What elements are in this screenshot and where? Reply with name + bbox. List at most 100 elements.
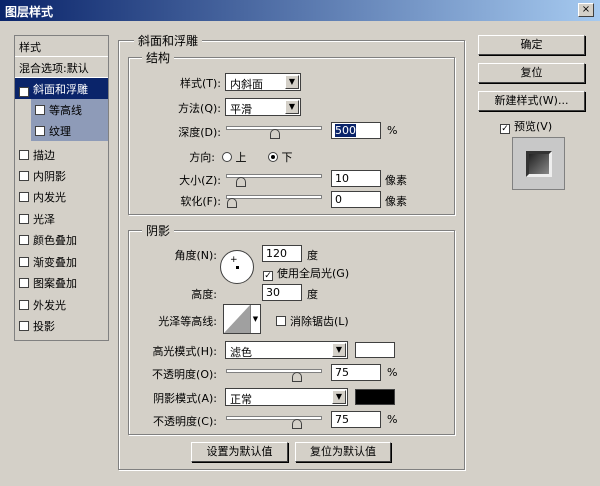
highlight-opacity-label: 不透明度(O):	[152, 368, 217, 381]
style-value: 内斜面	[230, 78, 263, 91]
dir-up-label: 上	[235, 151, 247, 164]
shading-title: 阴影	[142, 222, 175, 239]
direction-up[interactable]: 上	[222, 149, 247, 165]
checkbox-icon[interactable]	[19, 321, 29, 331]
checkbox-icon[interactable]	[19, 214, 29, 224]
ok-button[interactable]: 确定	[478, 35, 585, 55]
shadow-mode-select[interactable]: 正常 ▼	[225, 388, 348, 406]
radio-up[interactable]	[222, 152, 232, 162]
chevron-down-icon: ▼	[285, 75, 299, 89]
style-item[interactable]: 渐变叠加	[15, 251, 108, 272]
checkbox-icon[interactable]	[35, 126, 45, 136]
global-light-label: 使用全局光(G)	[277, 267, 350, 280]
antialias-label: 消除锯齿(L)	[290, 315, 349, 328]
angle-input[interactable]: 120	[262, 245, 302, 262]
size-slider[interactable]	[226, 174, 322, 187]
style-item[interactable]: 外发光	[15, 294, 108, 315]
angle-label: 角度(N):	[174, 249, 217, 262]
checkbox-icon[interactable]	[19, 257, 29, 267]
checkbox-icon[interactable]	[19, 192, 29, 202]
angle-dial[interactable]: +	[220, 250, 254, 284]
new-style-button[interactable]: 新建样式(W)...	[478, 91, 585, 111]
checkbox-icon[interactable]	[19, 278, 29, 288]
shadow-color-swatch[interactable]	[355, 389, 395, 405]
global-light-checkbox[interactable]: ✓ 使用全局光(G)	[263, 265, 349, 281]
style-item[interactable]: 投影	[15, 315, 108, 336]
size-unit: 像素	[385, 174, 407, 187]
preview-swatch	[526, 151, 552, 177]
style-item-label: 纹理	[49, 125, 71, 138]
altitude-input[interactable]: 30	[262, 284, 302, 301]
shadow-opacity-slider[interactable]	[226, 416, 322, 429]
highlight-color-swatch[interactable]	[355, 342, 395, 358]
soften-input[interactable]: 0	[331, 191, 381, 208]
preview-checkbox[interactable]: ✓ 预览(V)	[500, 118, 552, 134]
checkbox-icon[interactable]	[19, 300, 29, 310]
slider-thumb[interactable]	[270, 129, 280, 139]
highlight-mode-select[interactable]: 滤色 ▼	[225, 341, 348, 359]
checkbox-icon[interactable]	[35, 105, 45, 115]
checkbox-icon: ✓	[263, 271, 273, 281]
slider-thumb[interactable]	[227, 198, 237, 208]
close-button[interactable]: ×	[578, 3, 594, 17]
style-item[interactable]: 等高线	[31, 99, 108, 120]
style-item[interactable]: 颜色叠加	[15, 229, 108, 250]
direction-down[interactable]: 下	[268, 149, 293, 165]
style-item-label: 外发光	[33, 299, 66, 312]
checkbox-icon[interactable]	[19, 150, 29, 160]
size-input[interactable]: 10	[331, 170, 381, 187]
radio-down[interactable]	[268, 152, 278, 162]
style-label: 样式(T):	[179, 77, 221, 90]
soften-slider[interactable]	[226, 195, 322, 208]
style-item-label: 内发光	[33, 191, 66, 204]
style-item[interactable]: 内阴影	[15, 165, 108, 186]
structure-title: 结构	[142, 49, 175, 66]
gloss-contour-picker[interactable]: ▼	[223, 304, 261, 334]
make-default-button[interactable]: 设置为默认值	[191, 442, 288, 462]
gloss-contour-label: 光泽等高线:	[158, 315, 217, 328]
highlight-opacity-input[interactable]: 75	[331, 364, 381, 381]
checkbox-icon[interactable]	[19, 235, 29, 245]
shadow-opacity-input[interactable]: 75	[331, 411, 381, 428]
technique-label: 方法(Q):	[178, 102, 221, 115]
antialias-checkbox[interactable]: 消除锯齿(L)	[276, 313, 349, 329]
shadow-opacity-label: 不透明度(C):	[153, 415, 217, 428]
style-item[interactable]: 描边	[15, 144, 108, 165]
angle-unit: 度	[307, 249, 318, 262]
styles-header[interactable]: 样式	[15, 36, 108, 57]
style-item[interactable]: 图案叠加	[15, 272, 108, 293]
styles-list: 样式 混合选项:默认 ✓ 斜面和浮雕 等高线纹理描边 内阴影内发光光泽颜色叠加 渐变叠加…	[14, 35, 109, 341]
reset-default-button[interactable]: 复位为默认值	[295, 442, 391, 462]
style-item-label: 光泽	[33, 213, 55, 226]
chevron-down-icon: ▼	[285, 100, 299, 114]
slider-thumb[interactable]	[291, 419, 302, 429]
soften-unit: 像素	[385, 195, 407, 208]
checkbox-icon[interactable]	[19, 171, 29, 181]
contour-preview-icon	[224, 305, 250, 333]
style-item[interactable]: 内发光	[15, 186, 108, 207]
direction-label: 方向:	[189, 151, 215, 164]
slider-thumb[interactable]	[235, 177, 246, 187]
checkbox-icon[interactable]: ✓	[19, 87, 29, 97]
shadow-mode-value: 正常	[230, 393, 252, 406]
reset-button[interactable]: 复位	[478, 63, 585, 83]
depth-slider[interactable]	[226, 126, 322, 139]
depth-input[interactable]: 500	[331, 122, 381, 139]
style-select[interactable]: 内斜面 ▼	[225, 73, 301, 91]
chevron-down-icon: ▼	[250, 305, 260, 333]
shadow-opacity-unit: %	[387, 413, 398, 426]
depth-unit: %	[387, 124, 398, 137]
slider-thumb[interactable]	[291, 372, 302, 382]
shadow-mode-label: 阴影模式(A):	[153, 392, 217, 405]
style-item[interactable]: ✓ 斜面和浮雕	[15, 78, 108, 99]
style-item[interactable]: 光泽	[15, 208, 108, 229]
highlight-opacity-slider[interactable]	[226, 369, 322, 382]
technique-select[interactable]: 平滑 ▼	[225, 98, 301, 116]
window-title: 图层样式	[5, 5, 54, 19]
style-item-label: 图案叠加	[33, 277, 77, 290]
blending-options[interactable]: 混合选项:默认	[15, 57, 108, 78]
dir-down-label: 下	[281, 151, 293, 164]
dial-center	[236, 266, 239, 269]
style-item[interactable]: 纹理	[31, 120, 108, 141]
depth-value: 500	[335, 124, 356, 137]
